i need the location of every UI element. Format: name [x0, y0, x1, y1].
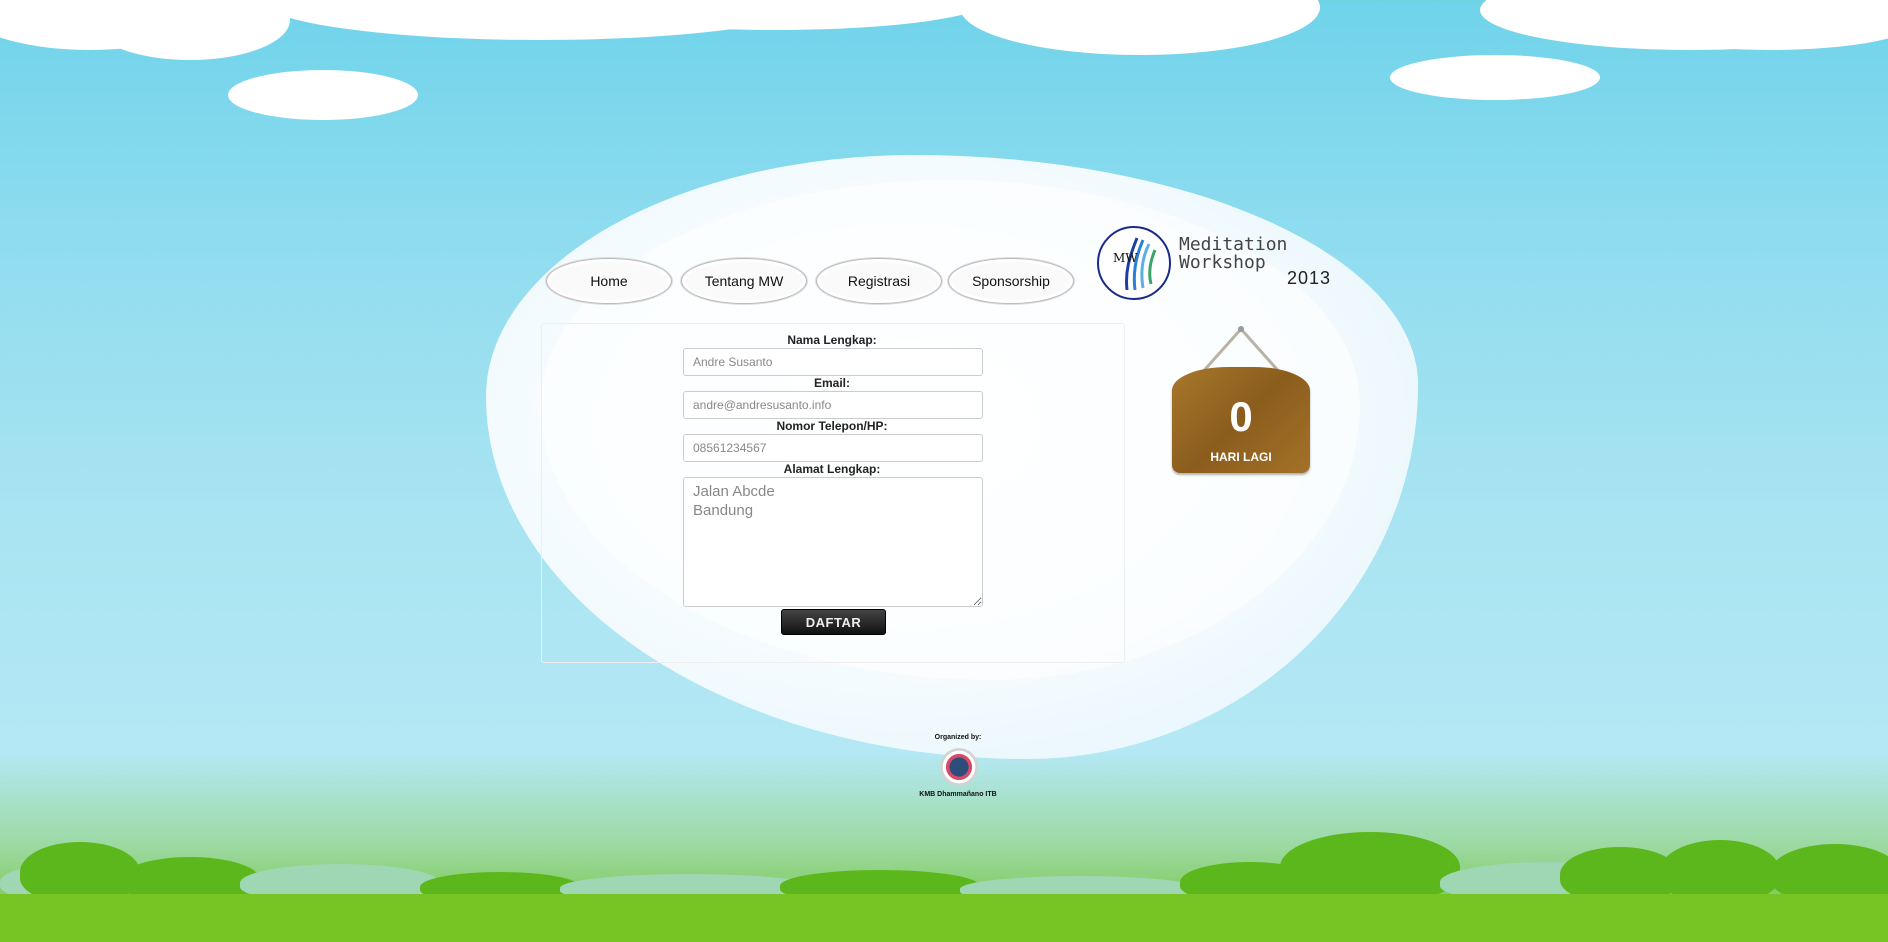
daftar-submit-button[interactable]: DAFTAR — [781, 609, 886, 635]
sky-cloud — [90, 0, 290, 60]
name-field[interactable] — [683, 348, 983, 376]
sky-cloud — [1390, 55, 1600, 100]
logo-year: 2013 — [1287, 268, 1332, 288]
organizer-logo-icon — [940, 748, 978, 786]
days-remaining-value: 0 — [1229, 393, 1253, 440]
nav-home-button[interactable]: Home — [546, 258, 672, 304]
days-remaining-label: HARI LAGI — [1210, 450, 1272, 464]
nav-registrasi-button[interactable]: Registrasi — [816, 258, 942, 304]
svg-text:MW: MW — [1113, 251, 1138, 265]
sky-cloud — [960, 0, 1320, 55]
mw-emblem-icon: MW — [1097, 226, 1171, 300]
name-label: Nama Lengkap: — [787, 333, 877, 347]
nav-sponsorship-button[interactable]: Sponsorship — [948, 258, 1074, 304]
site-logo[interactable]: MW Meditation Workshop 2013 — [1097, 226, 1337, 300]
main-nav: Home Tentang MW Registrasi Sponsorship — [546, 258, 1076, 306]
logo-wordmark: Meditation Workshop — [1179, 236, 1287, 272]
logo-title-line2: Workshop — [1179, 252, 1266, 273]
nav-tentang-button[interactable]: Tentang MW — [681, 258, 807, 304]
sky-cloud — [228, 70, 418, 120]
grass-ground — [0, 894, 1888, 942]
address-label: Alamat Lengkap: — [783, 462, 881, 476]
address-textarea[interactable]: Jalan Abcde Bandung — [683, 477, 983, 607]
tree-line — [0, 822, 1888, 902]
phone-field[interactable] — [683, 434, 983, 462]
organized-by-label: Organized by: — [934, 734, 982, 741]
phone-label: Nomor Telepon/HP: — [776, 419, 888, 433]
countdown-sign: 0 HARI LAGI — [1170, 325, 1312, 475]
email-field[interactable] — [683, 391, 983, 419]
email-label: Email: — [813, 376, 850, 390]
organizer-name: KMB Dhammañano ITB — [919, 791, 997, 798]
